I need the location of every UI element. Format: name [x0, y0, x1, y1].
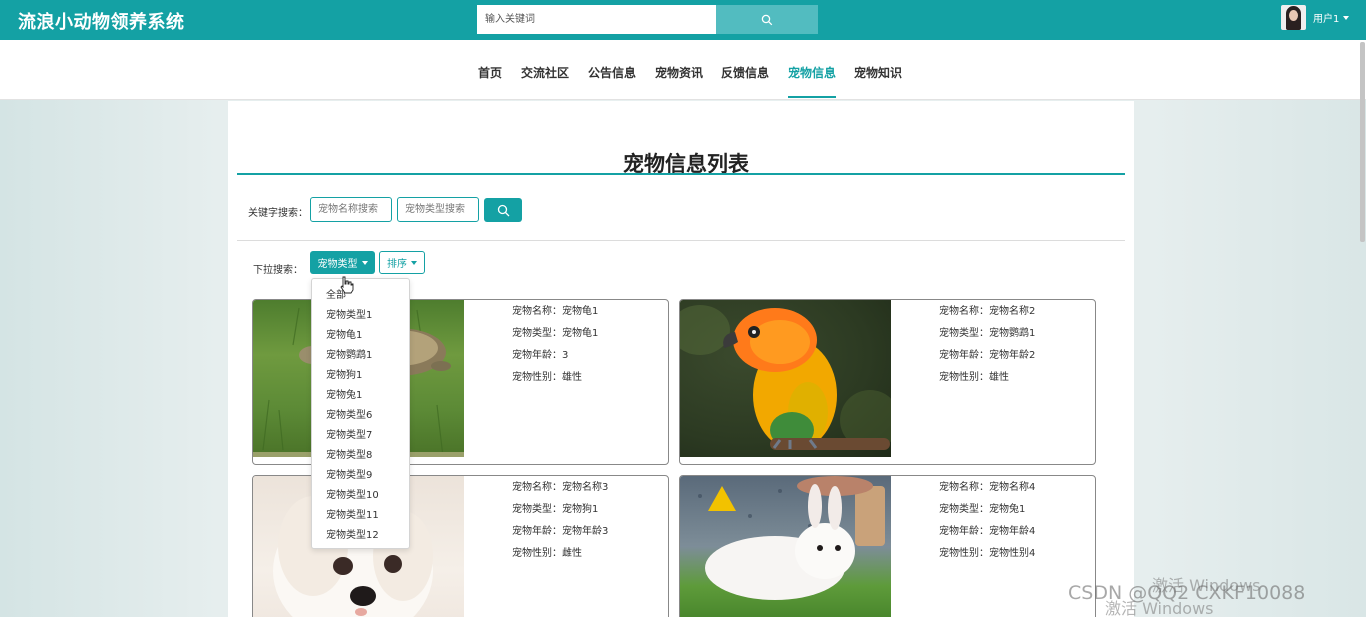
search-button[interactable]	[716, 5, 818, 34]
search-icon	[497, 204, 509, 216]
app-title[interactable]: 流浪小动物领养系统	[18, 8, 185, 34]
pet-type-search-input[interactable]	[397, 197, 479, 222]
top-bar: 流浪小动物领养系统 用户1	[0, 0, 1366, 40]
pet-card[interactable]: 宠物名称：宠物名称2 宠物类型：宠物鹦鹉1 宠物年龄：宠物年龄2 宠物性别：雄性	[679, 299, 1096, 465]
chevron-down-icon	[1343, 15, 1350, 20]
pet-type-dropdown-label: 宠物类型	[317, 259, 358, 270]
pet-info: 宠物名称：宠物龟1 宠物类型：宠物龟1 宠物年龄：3 宠物性别：雄性	[512, 306, 598, 394]
title-divider	[237, 173, 1125, 175]
parrot-photo[interactable]	[680, 300, 891, 457]
sort-dropdown-button[interactable]: 排序	[379, 251, 425, 274]
nav-item-pet-knowledge[interactable]: 宠物知识	[854, 64, 902, 81]
pet-type: 宠物类型：宠物龟1	[512, 328, 599, 339]
nav-item-community[interactable]: 交流社区	[521, 64, 569, 81]
scrollbar-thumb[interactable]	[1360, 42, 1365, 242]
hand-pointer-icon	[340, 276, 354, 294]
pet-name: 宠物名称：宠物名称3	[512, 482, 609, 493]
pet-age: 宠物年龄：宠物年龄4	[939, 526, 1036, 537]
nav-item-feedback[interactable]: 反馈信息	[721, 64, 769, 81]
pet-type-dropdown-menu: 全部 宠物类型1 宠物龟1 宠物鹦鹉1 宠物狗1 宠物兔1 宠物类型6 宠物类型…	[311, 278, 410, 549]
pet-info: 宠物名称：宠物名称3 宠物类型：宠物狗1 宠物年龄：宠物年龄3 宠物性别：雌性	[512, 482, 608, 570]
dropdown-option[interactable]: 宠物狗1	[326, 366, 362, 381]
pet-gender: 宠物性别：宠物性别4	[939, 548, 1036, 559]
nav-item-home[interactable]: 首页	[478, 64, 502, 81]
pet-gender: 宠物性别：雄性	[939, 372, 1009, 383]
caret-down-icon	[361, 260, 368, 265]
pet-type: 宠物类型：宠物狗1	[512, 504, 599, 515]
dropdown-option[interactable]: 宠物鹦鹉1	[326, 346, 372, 361]
pet-name: 宠物名称：宠物名称4	[939, 482, 1036, 493]
pet-type-dropdown-button[interactable]: 宠物类型	[310, 251, 375, 274]
dropdown-option[interactable]: 宠物类型10	[326, 486, 379, 501]
pet-info: 宠物名称：宠物名称4 宠物类型：宠物兔1 宠物年龄：宠物年龄4 宠物性别：宠物性…	[939, 482, 1035, 570]
dropdown-option[interactable]: 宠物类型1	[326, 306, 372, 321]
nav-item-pet-news[interactable]: 宠物资讯	[655, 64, 703, 81]
dropdown-option[interactable]: 宠物类型9	[326, 466, 372, 481]
username[interactable]: 用户1	[1313, 10, 1339, 25]
pet-name: 宠物名称：宠物名称2	[939, 306, 1036, 317]
pet-type: 宠物类型：宠物鹦鹉1	[939, 328, 1036, 339]
dropdown-search-label: 下拉搜索：	[253, 265, 303, 276]
pet-card[interactable]: 宠物名称：宠物名称4 宠物类型：宠物兔1 宠物年龄：宠物年龄4 宠物性别：宠物性…	[679, 475, 1096, 617]
pet-age: 宠物年龄：3	[512, 350, 569, 361]
dropdown-option[interactable]: 宠物类型8	[326, 446, 372, 461]
pet-name-search-input[interactable]	[310, 197, 392, 222]
pet-age: 宠物年龄：宠物年龄2	[939, 350, 1036, 361]
user-menu[interactable]: 用户1	[1281, 5, 1350, 30]
csdn-watermark: CSDN @QQ2 CXKF10088	[1068, 582, 1306, 604]
dropdown-option[interactable]: 宠物龟1	[326, 326, 362, 341]
pet-name: 宠物名称：宠物龟1	[512, 306, 599, 317]
search-icon	[761, 14, 773, 25]
nav-item-pet-info[interactable]: 宠物信息	[788, 64, 836, 81]
dropdown-option[interactable]: 宠物类型11	[326, 506, 379, 521]
pet-info: 宠物名称：宠物名称2 宠物类型：宠物鹦鹉1 宠物年龄：宠物年龄2 宠物性别：雄性	[939, 306, 1035, 394]
search-input[interactable]	[477, 5, 716, 34]
dropdown-option[interactable]: 宠物类型12	[326, 526, 379, 541]
section-divider	[237, 240, 1125, 241]
nav-item-announcements[interactable]: 公告信息	[588, 64, 636, 81]
keyword-search-label: 关键字搜索：	[248, 208, 308, 219]
pet-gender: 宠物性别：雌性	[512, 548, 582, 559]
rabbit-photo[interactable]	[680, 476, 891, 617]
pet-type: 宠物类型：宠物兔1	[939, 504, 1026, 515]
caret-down-icon	[411, 260, 417, 265]
keyword-search-button[interactable]	[484, 198, 522, 222]
search-bar	[477, 5, 818, 34]
dropdown-option[interactable]: 宠物类型6	[326, 406, 372, 421]
sort-dropdown-label: 排序	[387, 259, 407, 270]
dropdown-option[interactable]: 宠物类型7	[326, 426, 372, 441]
pet-gender: 宠物性别：雄性	[512, 372, 582, 383]
pet-age: 宠物年龄：宠物年龄3	[512, 526, 609, 537]
main-nav: 首页 交流社区 公告信息 宠物资讯 反馈信息 宠物信息 宠物知识	[0, 40, 1366, 100]
active-tab-indicator	[788, 96, 836, 98]
avatar[interactable]	[1281, 5, 1306, 30]
dropdown-option[interactable]: 宠物兔1	[326, 386, 362, 401]
